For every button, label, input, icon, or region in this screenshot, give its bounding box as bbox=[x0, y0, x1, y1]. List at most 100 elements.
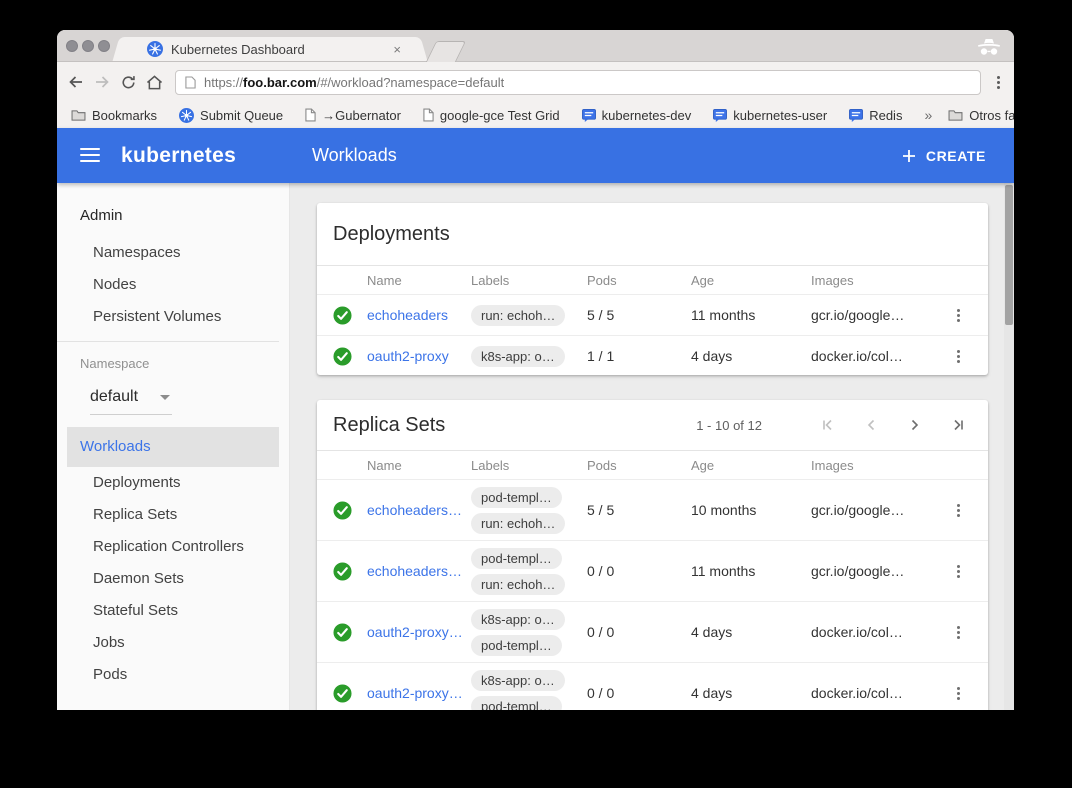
pods-cell: 0 / 0 bbox=[587, 563, 691, 579]
minimize-window-button[interactable] bbox=[82, 40, 94, 52]
main-content: Deployments NameLabelsPodsAgeImages echo… bbox=[290, 183, 1014, 710]
bookmark-redis[interactable]: Redis bbox=[849, 108, 902, 123]
scrollbar-track bbox=[1004, 183, 1014, 710]
images-cell: docker.io/col… bbox=[811, 624, 938, 640]
pods-cell: 1 / 1 bbox=[587, 348, 691, 364]
sidebar-item-workloads[interactable]: Workloads bbox=[67, 427, 279, 467]
status-ok-icon bbox=[333, 347, 367, 366]
label-chip: pod-templ… bbox=[471, 696, 562, 711]
bookmark-kubernetes-user[interactable]: kubernetes-user bbox=[713, 108, 827, 123]
folder-icon bbox=[948, 109, 963, 121]
bookmarks-bar: Bookmarks Submit Queue →Gubernator googl… bbox=[57, 102, 1014, 128]
browser-menu-icon[interactable] bbox=[993, 72, 1004, 93]
home-button[interactable] bbox=[141, 69, 167, 95]
last-page-button[interactable] bbox=[952, 418, 966, 432]
bookmark-google-gce-test-grid[interactable]: google-gce Test Grid bbox=[423, 108, 560, 123]
labels-cell: k8s-app: o… bbox=[471, 346, 587, 367]
table-row: oauth2-proxyk8s-app: o…1 / 14 daysdocker… bbox=[317, 335, 988, 375]
replica-sets-card-title: Replica Sets bbox=[333, 414, 445, 437]
resource-name-link[interactable]: echoheaders… bbox=[367, 502, 471, 518]
namespace-select[interactable]: default bbox=[90, 388, 172, 415]
resource-name-link[interactable]: oauth2-proxy… bbox=[367, 685, 471, 701]
deployments-card-title: Deployments bbox=[333, 223, 450, 246]
sidebar-divider bbox=[57, 341, 279, 342]
tab-close-icon[interactable]: × bbox=[389, 42, 405, 57]
row-menu-icon[interactable] bbox=[953, 622, 964, 643]
row-menu-icon[interactable] bbox=[953, 561, 964, 582]
browser-window: Kubernetes Dashboard × https://foo.bar.c… bbox=[57, 30, 1014, 710]
sidebar-item-jobs[interactable]: Jobs bbox=[57, 627, 289, 659]
sidebar-item-admin[interactable]: Admin bbox=[80, 207, 289, 227]
back-button[interactable] bbox=[63, 69, 89, 95]
forward-button[interactable] bbox=[89, 69, 115, 95]
resource-name-link[interactable]: oauth2-proxy… bbox=[367, 624, 471, 640]
reload-button[interactable] bbox=[115, 69, 141, 95]
column-header-name: Name bbox=[367, 458, 471, 473]
first-page-button[interactable] bbox=[820, 418, 834, 432]
url-bar[interactable]: https://foo.bar.com/#/workload?namespace… bbox=[175, 70, 981, 95]
age-cell: 4 days bbox=[691, 624, 811, 640]
sidebar-item-namespaces[interactable]: Namespaces bbox=[57, 237, 289, 269]
resource-name-link[interactable]: echoheaders bbox=[367, 307, 471, 323]
labels-cell: pod-templ…run: echoh… bbox=[471, 487, 587, 534]
resource-name-link[interactable]: echoheaders… bbox=[367, 563, 471, 579]
sidebar-item-daemon-sets[interactable]: Daemon Sets bbox=[57, 563, 289, 595]
sidebar-item-stateful-sets[interactable]: Stateful Sets bbox=[57, 595, 289, 627]
titlebar: Kubernetes Dashboard × bbox=[57, 30, 1014, 62]
bookmarks-overflow-icon[interactable]: » bbox=[924, 107, 932, 123]
tab-title: Kubernetes Dashboard bbox=[171, 42, 389, 57]
sidebar-item-pods[interactable]: Pods bbox=[57, 659, 289, 691]
menu-hamburger-icon[interactable] bbox=[80, 148, 100, 162]
page-icon bbox=[305, 108, 316, 122]
sidebar-item-replica-sets[interactable]: Replica Sets bbox=[57, 499, 289, 531]
table-header-row: NameLabelsPodsAgeImages bbox=[317, 265, 988, 294]
new-tab-button[interactable] bbox=[426, 41, 466, 62]
zoom-window-button[interactable] bbox=[98, 40, 110, 52]
browser-toolbar: https://foo.bar.com/#/workload?namespace… bbox=[57, 62, 1014, 102]
resource-name-link[interactable]: oauth2-proxy bbox=[367, 348, 471, 364]
sidebar-item-persistent-volumes[interactable]: Persistent Volumes bbox=[57, 301, 289, 333]
labels-cell: k8s-app: o…pod-templ… bbox=[471, 670, 587, 711]
label-chip: k8s-app: o… bbox=[471, 609, 565, 630]
create-button[interactable]: CREATE bbox=[896, 128, 992, 183]
row-menu-icon[interactable] bbox=[953, 683, 964, 704]
table-row: oauth2-proxy…k8s-app: o…pod-templ…0 / 04… bbox=[317, 601, 988, 662]
page-icon bbox=[185, 76, 196, 89]
sidebar-item-replication-controllers[interactable]: Replication Controllers bbox=[57, 531, 289, 563]
scrollbar-thumb[interactable] bbox=[1005, 185, 1013, 325]
table-header-row: NameLabelsPodsAgeImages bbox=[317, 450, 988, 479]
browser-tab[interactable]: Kubernetes Dashboard × bbox=[125, 37, 415, 61]
label-chip: pod-templ… bbox=[471, 548, 562, 569]
bookmark-other-favorites-folder[interactable]: Otros favoritos bbox=[948, 108, 1014, 123]
sidebar-item-nodes[interactable]: Nodes bbox=[57, 269, 289, 301]
kubernetes-favicon-icon bbox=[147, 41, 163, 57]
column-header-name: Name bbox=[367, 273, 471, 288]
sidebar-item-deployments[interactable]: Deployments bbox=[57, 467, 289, 499]
age-cell: 10 months bbox=[691, 502, 811, 518]
close-window-button[interactable] bbox=[66, 40, 78, 52]
pods-cell: 0 / 0 bbox=[587, 685, 691, 701]
age-cell: 11 months bbox=[691, 563, 811, 579]
pods-cell: 0 / 0 bbox=[587, 624, 691, 640]
kubernetes-wheel-icon bbox=[179, 108, 194, 123]
status-ok-icon bbox=[333, 562, 367, 581]
traffic-lights bbox=[66, 40, 110, 52]
status-ok-icon bbox=[333, 623, 367, 642]
row-menu-icon[interactable] bbox=[953, 346, 964, 367]
bookmark-kubernetes-dev[interactable]: kubernetes-dev bbox=[582, 108, 692, 123]
bookmark-submit-queue[interactable]: Submit Queue bbox=[179, 108, 283, 123]
bookmark-bookmarks-folder[interactable]: Bookmarks bbox=[71, 108, 157, 123]
labels-cell: pod-templ…run: echoh… bbox=[471, 548, 587, 595]
pods-cell: 5 / 5 bbox=[587, 502, 691, 518]
previous-page-button[interactable] bbox=[864, 418, 878, 432]
app-logo[interactable]: kubernetes bbox=[121, 128, 236, 183]
column-header-age: Age bbox=[691, 273, 811, 288]
column-header-age: Age bbox=[691, 458, 811, 473]
next-page-button[interactable] bbox=[908, 418, 922, 432]
row-menu-icon[interactable] bbox=[953, 500, 964, 521]
chat-icon bbox=[849, 109, 863, 122]
table-row: echoheaders…pod-templ…run: echoh…0 / 011… bbox=[317, 540, 988, 601]
bookmark-gubernator[interactable]: →Gubernator bbox=[305, 108, 401, 123]
page-icon bbox=[423, 108, 434, 122]
row-menu-icon[interactable] bbox=[953, 305, 964, 326]
